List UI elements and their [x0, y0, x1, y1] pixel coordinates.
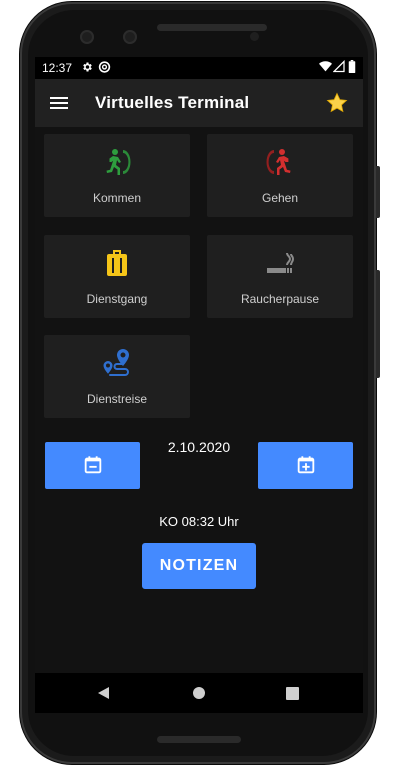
battery-icon: [348, 60, 356, 73]
calendar-plus-icon: [297, 456, 315, 474]
power-button: [376, 166, 380, 218]
favorite-star-icon[interactable]: [325, 91, 349, 115]
exiting-person-icon: [266, 149, 291, 175]
dienstreise-button[interactable]: Dienstreise: [44, 335, 190, 418]
notizen-button[interactable]: NOTIZEN: [142, 543, 256, 589]
earpiece-speaker: [157, 24, 267, 31]
hamburger-menu-icon[interactable]: [47, 91, 71, 115]
volume-button: [376, 270, 380, 378]
bottom-speaker: [157, 736, 241, 743]
home-icon[interactable]: [192, 686, 206, 700]
wifi-icon: [319, 61, 332, 72]
screen: 12:37 Virtuelles Terminal Kommen Gehen D…: [35, 57, 363, 713]
recents-icon[interactable]: [286, 687, 299, 700]
gehen-button[interactable]: Gehen: [207, 134, 353, 217]
navigation-bar: [35, 673, 363, 713]
raucherpause-button[interactable]: Raucherpause: [207, 235, 353, 318]
gehen-label: Gehen: [261, 191, 299, 205]
front-camera-icon: [80, 30, 94, 44]
kommen-button[interactable]: Kommen: [44, 134, 190, 217]
signal-icon: [333, 60, 345, 73]
last-booking-status: KO 08:32 Uhr: [159, 514, 239, 529]
status-bar: 12:37: [35, 57, 363, 79]
dienstgang-button[interactable]: Dienstgang: [44, 235, 190, 318]
dienstgang-label: Dienstgang: [86, 292, 148, 306]
raucherpause-label: Raucherpause: [240, 292, 320, 306]
kommen-label: Kommen: [92, 191, 142, 205]
front-camera-icon: [123, 30, 137, 44]
page-title: Virtuelles Terminal: [95, 93, 250, 112]
proximity-sensor: [250, 32, 259, 41]
dienstreise-label: Dienstreise: [86, 392, 148, 406]
calendar-minus-icon: [84, 456, 102, 474]
entering-person-icon: [106, 149, 131, 175]
back-icon[interactable]: [97, 686, 111, 700]
suitcase-icon: [107, 250, 127, 276]
route-icon: [103, 349, 129, 376]
smoking-icon: [267, 252, 295, 273]
app-bar: Virtuelles Terminal: [35, 79, 363, 127]
gear-icon: [83, 62, 92, 72]
status-time: 12:37: [42, 61, 73, 75]
next-day-button[interactable]: [258, 442, 353, 489]
sync-icon: [98, 61, 111, 73]
